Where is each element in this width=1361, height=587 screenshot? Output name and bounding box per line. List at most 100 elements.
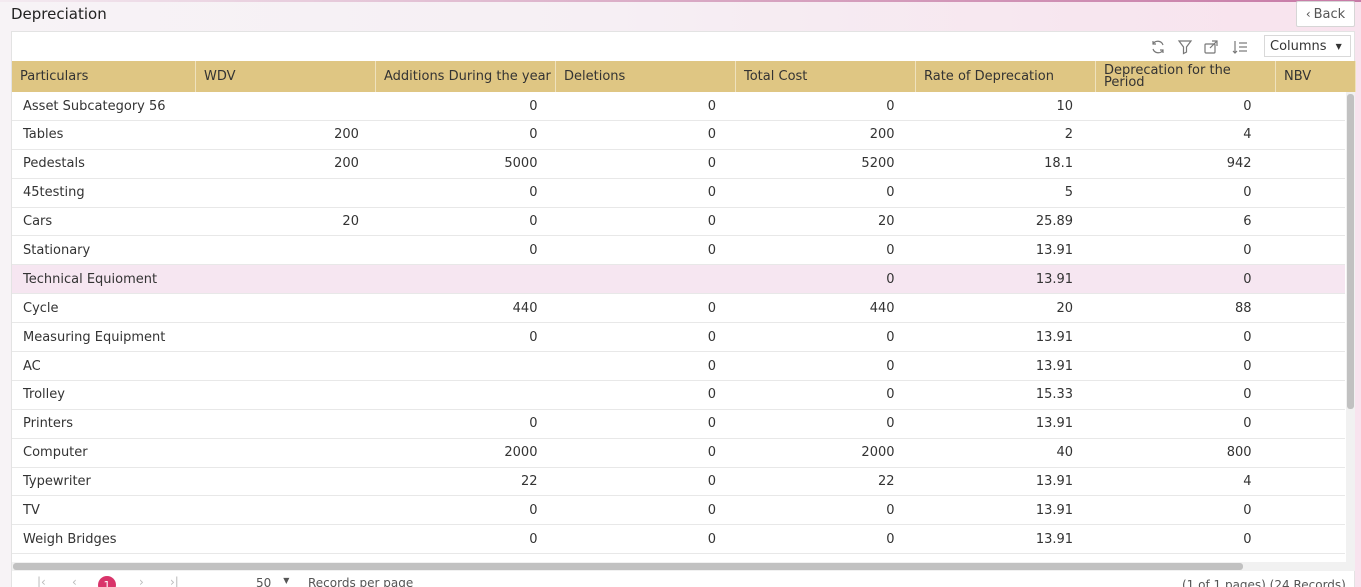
table-cell: 0	[886, 387, 895, 403]
table-row[interactable]: Cars 20 0 0 20 25.89 6	[12, 208, 1345, 237]
table-cell	[1266, 208, 1345, 236]
table-cell: 13.91	[1035, 502, 1074, 518]
table-cell	[1266, 496, 1345, 524]
column-header[interactable]: Rate of Deprecation	[916, 61, 1096, 92]
table-row[interactable]: AC 0 0 13.91 0	[12, 352, 1345, 381]
prev-page-button[interactable]: ‹	[72, 575, 77, 587]
vertical-scrollbar[interactable]	[1346, 92, 1355, 562]
cell-particulars: Trolley	[23, 387, 65, 403]
sort-list-icon[interactable]	[1231, 38, 1249, 56]
table-cell: 15.33	[1035, 387, 1074, 403]
filter-icon[interactable]	[1176, 38, 1194, 56]
table-cell	[1266, 179, 1345, 207]
cell-particulars: Technical Equioment	[23, 271, 158, 287]
page-size-select[interactable]: 50 ▼	[256, 576, 289, 587]
table-cell: 0	[707, 416, 716, 432]
table-cell: 0	[886, 358, 895, 374]
table-cell: 0	[707, 445, 716, 461]
table-cell: 440	[512, 300, 538, 316]
table-cell: 200	[334, 127, 359, 143]
table-cell: 0	[886, 242, 895, 258]
column-header[interactable]: Total Cost	[736, 61, 916, 92]
pagination-bar: |‹ ‹ 1 › ›| 50 ▼ Records per page (1 of …	[12, 572, 1356, 587]
table-cell	[373, 265, 552, 293]
cell-particulars: Pedestals	[23, 156, 85, 172]
table-cell: 0	[1243, 242, 1252, 258]
table-row[interactable]: Pedestals 200 5000 0 5200 18.1 942	[12, 150, 1345, 179]
table-cell	[194, 525, 373, 553]
page-size-label: Records per page	[308, 576, 414, 587]
table-cell: 0	[1243, 416, 1252, 432]
table-cell: 0	[529, 127, 538, 143]
export-icon[interactable]	[1202, 38, 1220, 56]
next-page-button[interactable]: ›	[139, 575, 144, 587]
table-cell	[194, 323, 373, 351]
table-cell: 0	[1243, 271, 1252, 287]
table-cell	[194, 468, 373, 496]
table-row[interactable]: Measuring Equipment 0 0 0 13.91 0	[12, 323, 1345, 353]
page-size-value: 50	[256, 576, 272, 587]
table-cell: 0	[529, 185, 538, 201]
table-cell	[1266, 323, 1345, 351]
vertical-scrollbar-thumb[interactable]	[1347, 94, 1354, 409]
column-header[interactable]: WDV	[196, 61, 376, 92]
table-cell: 0	[886, 531, 895, 547]
table-cell: 5200	[861, 156, 895, 172]
column-header[interactable]: Additions During the year	[376, 61, 556, 92]
columns-dropdown[interactable]: Columns ▼	[1264, 35, 1351, 57]
table-cell: 0	[1243, 329, 1252, 345]
table-row[interactable]: Asset Subcategory 56 0 0 0 10 0	[12, 92, 1345, 121]
pagination-info: (1 of 1 pages) (24 Records)	[1182, 578, 1346, 587]
cell-particulars: AC	[23, 358, 41, 374]
table-row[interactable]: Stationary 0 0 0 13.91 0	[12, 236, 1345, 266]
table-cell: 0	[886, 271, 895, 287]
grid-body: Asset Subcategory 56 0 0 0 10 0 Tables 200 0 0 200…	[12, 92, 1345, 562]
current-page-badge[interactable]: 1	[98, 576, 116, 587]
table-row[interactable]: Weigh Bridges 0 0 0 13.91 0	[12, 525, 1345, 555]
table-cell: 0	[886, 329, 895, 345]
table-cell	[194, 92, 373, 120]
table-cell: 0	[529, 98, 538, 114]
column-header[interactable]: Particulars	[12, 61, 196, 92]
table-cell	[1266, 92, 1345, 120]
table-cell: 0	[1243, 358, 1252, 374]
table-cell	[194, 496, 373, 524]
back-button[interactable]: ‹ Back	[1296, 1, 1355, 27]
last-page-button[interactable]: ›|	[170, 575, 179, 587]
column-header[interactable]: Deprecation for the Period	[1096, 61, 1276, 92]
table-cell: 0	[1243, 502, 1252, 518]
caret-down-icon: ▼	[1335, 41, 1342, 51]
table-cell: 0	[529, 329, 538, 345]
table-cell: 200	[334, 156, 359, 172]
table-row[interactable]: TV 0 0 0 13.91 0	[12, 496, 1345, 526]
table-row[interactable]: Cycle 440 0 440 20 88	[12, 294, 1345, 324]
table-row[interactable]: Technical Equioment 0 13.91 0	[12, 265, 1345, 295]
first-page-button[interactable]: |‹	[37, 575, 46, 587]
table-row[interactable]: Tables 200 0 0 200 2 4	[12, 121, 1345, 150]
column-header[interactable]: Deletions	[556, 61, 736, 92]
table-cell: 0	[707, 502, 716, 518]
horizontal-scrollbar-thumb[interactable]	[13, 563, 1243, 570]
cell-particulars: Weigh Bridges	[23, 531, 117, 547]
table-cell: 0	[707, 185, 716, 201]
table-row[interactable]: Printers 0 0 0 13.91 0	[12, 410, 1345, 439]
table-cell: 13.91	[1035, 474, 1074, 490]
table-row[interactable]: Trolley 0 0 15.33 0	[12, 381, 1345, 410]
table-row[interactable]: Typewriter 22 0 22 13.91 4	[12, 468, 1345, 497]
table-cell	[194, 294, 373, 322]
horizontal-scrollbar[interactable]	[12, 562, 1355, 571]
refresh-icon[interactable]	[1149, 38, 1167, 56]
table-row[interactable]: Computer 2000 0 2000 40 800	[12, 439, 1345, 468]
table-cell: 5	[1064, 185, 1074, 201]
column-header[interactable]: NBV	[1276, 61, 1356, 92]
table-cell	[194, 265, 373, 293]
table-cell: 0	[886, 185, 895, 201]
table-cell: 2000	[504, 445, 538, 461]
table-cell: 0	[707, 214, 716, 230]
table-cell	[551, 265, 730, 293]
cell-particulars: Asset Subcategory 56	[23, 98, 166, 114]
table-cell: 25.89	[1035, 214, 1074, 230]
table-row[interactable]: 45testing 0 0 0 5 0	[12, 179, 1345, 208]
caret-down-icon: ▼	[283, 576, 290, 585]
table-cell: 13.91	[1035, 271, 1074, 287]
